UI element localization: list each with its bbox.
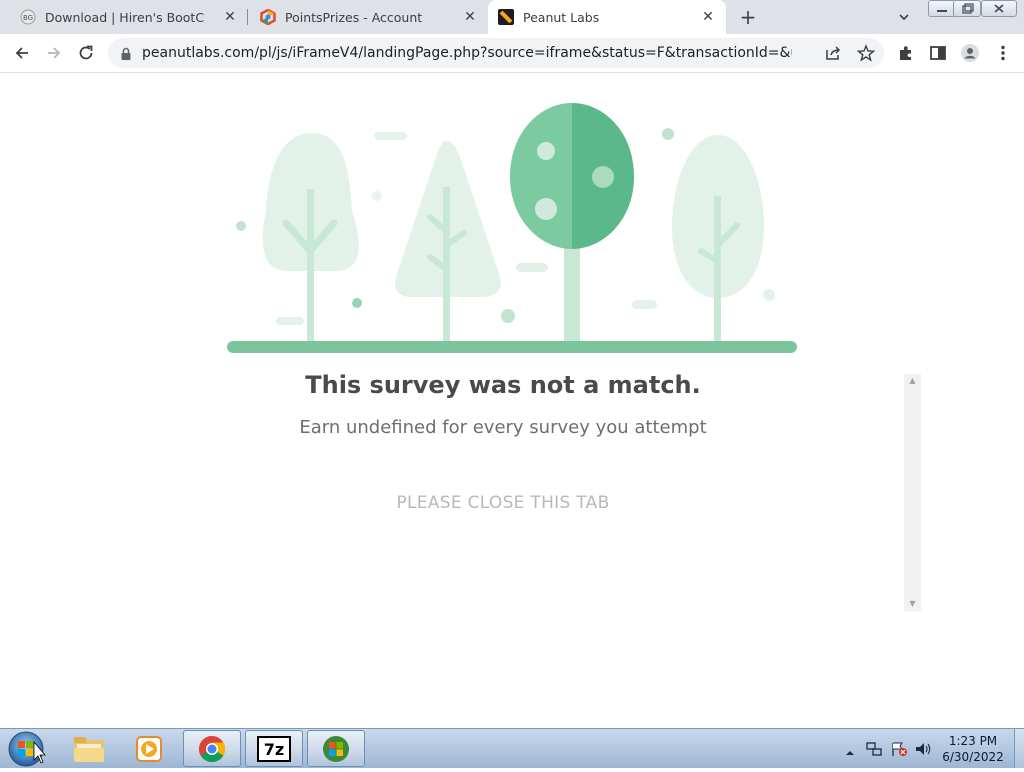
clock-time: 1:23 PM	[948, 734, 998, 748]
iframe-scrollbar[interactable]: ▲ ▼	[904, 374, 921, 611]
taskbar-windows-app[interactable]	[307, 730, 365, 767]
share-icon[interactable]	[824, 45, 842, 65]
show-desktop-button[interactable]	[1014, 729, 1024, 768]
lock-icon[interactable]	[120, 46, 132, 65]
minimize-button[interactable]	[928, 0, 956, 17]
volume-icon[interactable]	[914, 741, 932, 761]
taskbar-chrome[interactable]	[183, 730, 241, 767]
forward-icon[interactable]	[44, 43, 64, 63]
taskbar-7zip[interactable]: 7z	[245, 730, 303, 767]
back-icon[interactable]	[12, 43, 32, 63]
svg-text:BG: BG	[23, 14, 33, 22]
tab-pointsprizes[interactable]: PointsPrizes - Account ✕	[248, 0, 488, 34]
clock-date: 6/30/2022	[942, 750, 1004, 764]
extensions-icon[interactable]	[896, 43, 916, 63]
forest-illustration	[227, 103, 797, 353]
earnings-subtitle: Earn undefined for every survey you atte…	[299, 417, 707, 438]
tab-search-icon[interactable]	[895, 8, 913, 26]
close-tab-icon[interactable]: ✕	[222, 9, 238, 25]
tab-hirens[interactable]: BG Download | Hiren's BootCD PE ✕	[0, 0, 248, 34]
action-center-flag-icon[interactable]	[890, 741, 908, 761]
hirens-favicon: BG	[20, 9, 36, 25]
scroll-up-arrow-icon[interactable]: ▲	[904, 374, 921, 388]
new-tab-button[interactable]: +	[737, 6, 759, 28]
media-player-icon	[136, 735, 162, 762]
scroll-down-arrow-icon[interactable]: ▼	[904, 597, 921, 611]
chrome-icon	[198, 735, 226, 762]
windows-taskbar: 7z 1:23 PM 6/30/2022	[0, 728, 1024, 768]
pointsprizes-favicon	[260, 8, 276, 26]
tab-strip: BG Download | Hiren's BootCD PE ✕ Points…	[0, 0, 1024, 34]
bookmark-star-icon[interactable]	[856, 44, 876, 66]
taskbar-media-player[interactable]	[120, 730, 178, 767]
svg-text:7z: 7z	[264, 740, 284, 759]
tab-title: Download | Hiren's BootCD PE	[45, 9, 205, 25]
close-tab-icon[interactable]: ✕	[462, 9, 478, 25]
folder-icon	[74, 736, 104, 762]
side-panel-icon[interactable]	[928, 43, 948, 63]
tab-peanutlabs[interactable]: Peanut Labs ✕	[488, 0, 726, 34]
url-text: peanutlabs.com/pl/js/iFrameV4/landingPag…	[142, 45, 792, 61]
reload-icon[interactable]	[76, 43, 96, 63]
tab-title: PointsPrizes - Account	[285, 9, 423, 25]
show-hidden-icons-arrow-icon[interactable]	[845, 743, 855, 762]
address-bar[interactable]: peanutlabs.com/pl/js/iFrameV4/landingPag…	[108, 38, 884, 68]
tab-title: Peanut Labs	[523, 9, 600, 25]
taskbar-explorer[interactable]	[60, 730, 118, 767]
peanutlabs-favicon	[498, 9, 514, 25]
close-tab-instruction: PLEASE CLOSE THIS TAB	[396, 493, 610, 513]
start-button[interactable]	[6, 730, 46, 768]
network-icon[interactable]	[866, 741, 882, 761]
close-tab-icon[interactable]: ✕	[700, 9, 716, 25]
system-clock[interactable]: 1:23 PM 6/30/2022	[935, 733, 1011, 765]
page-title: This survey was not a match.	[305, 371, 701, 399]
7zip-icon: 7z	[257, 735, 291, 762]
windows-logo-icon	[323, 735, 349, 762]
page-content: This survey was not a match. Earn undefi…	[0, 73, 1024, 728]
menu-kebab-icon[interactable]	[993, 43, 1013, 63]
browser-toolbar: peanutlabs.com/pl/js/iFrameV4/landingPag…	[0, 34, 1024, 73]
close-window-button[interactable]	[981, 0, 1017, 17]
profile-avatar-icon[interactable]	[960, 43, 980, 63]
restore-button[interactable]	[953, 0, 981, 17]
